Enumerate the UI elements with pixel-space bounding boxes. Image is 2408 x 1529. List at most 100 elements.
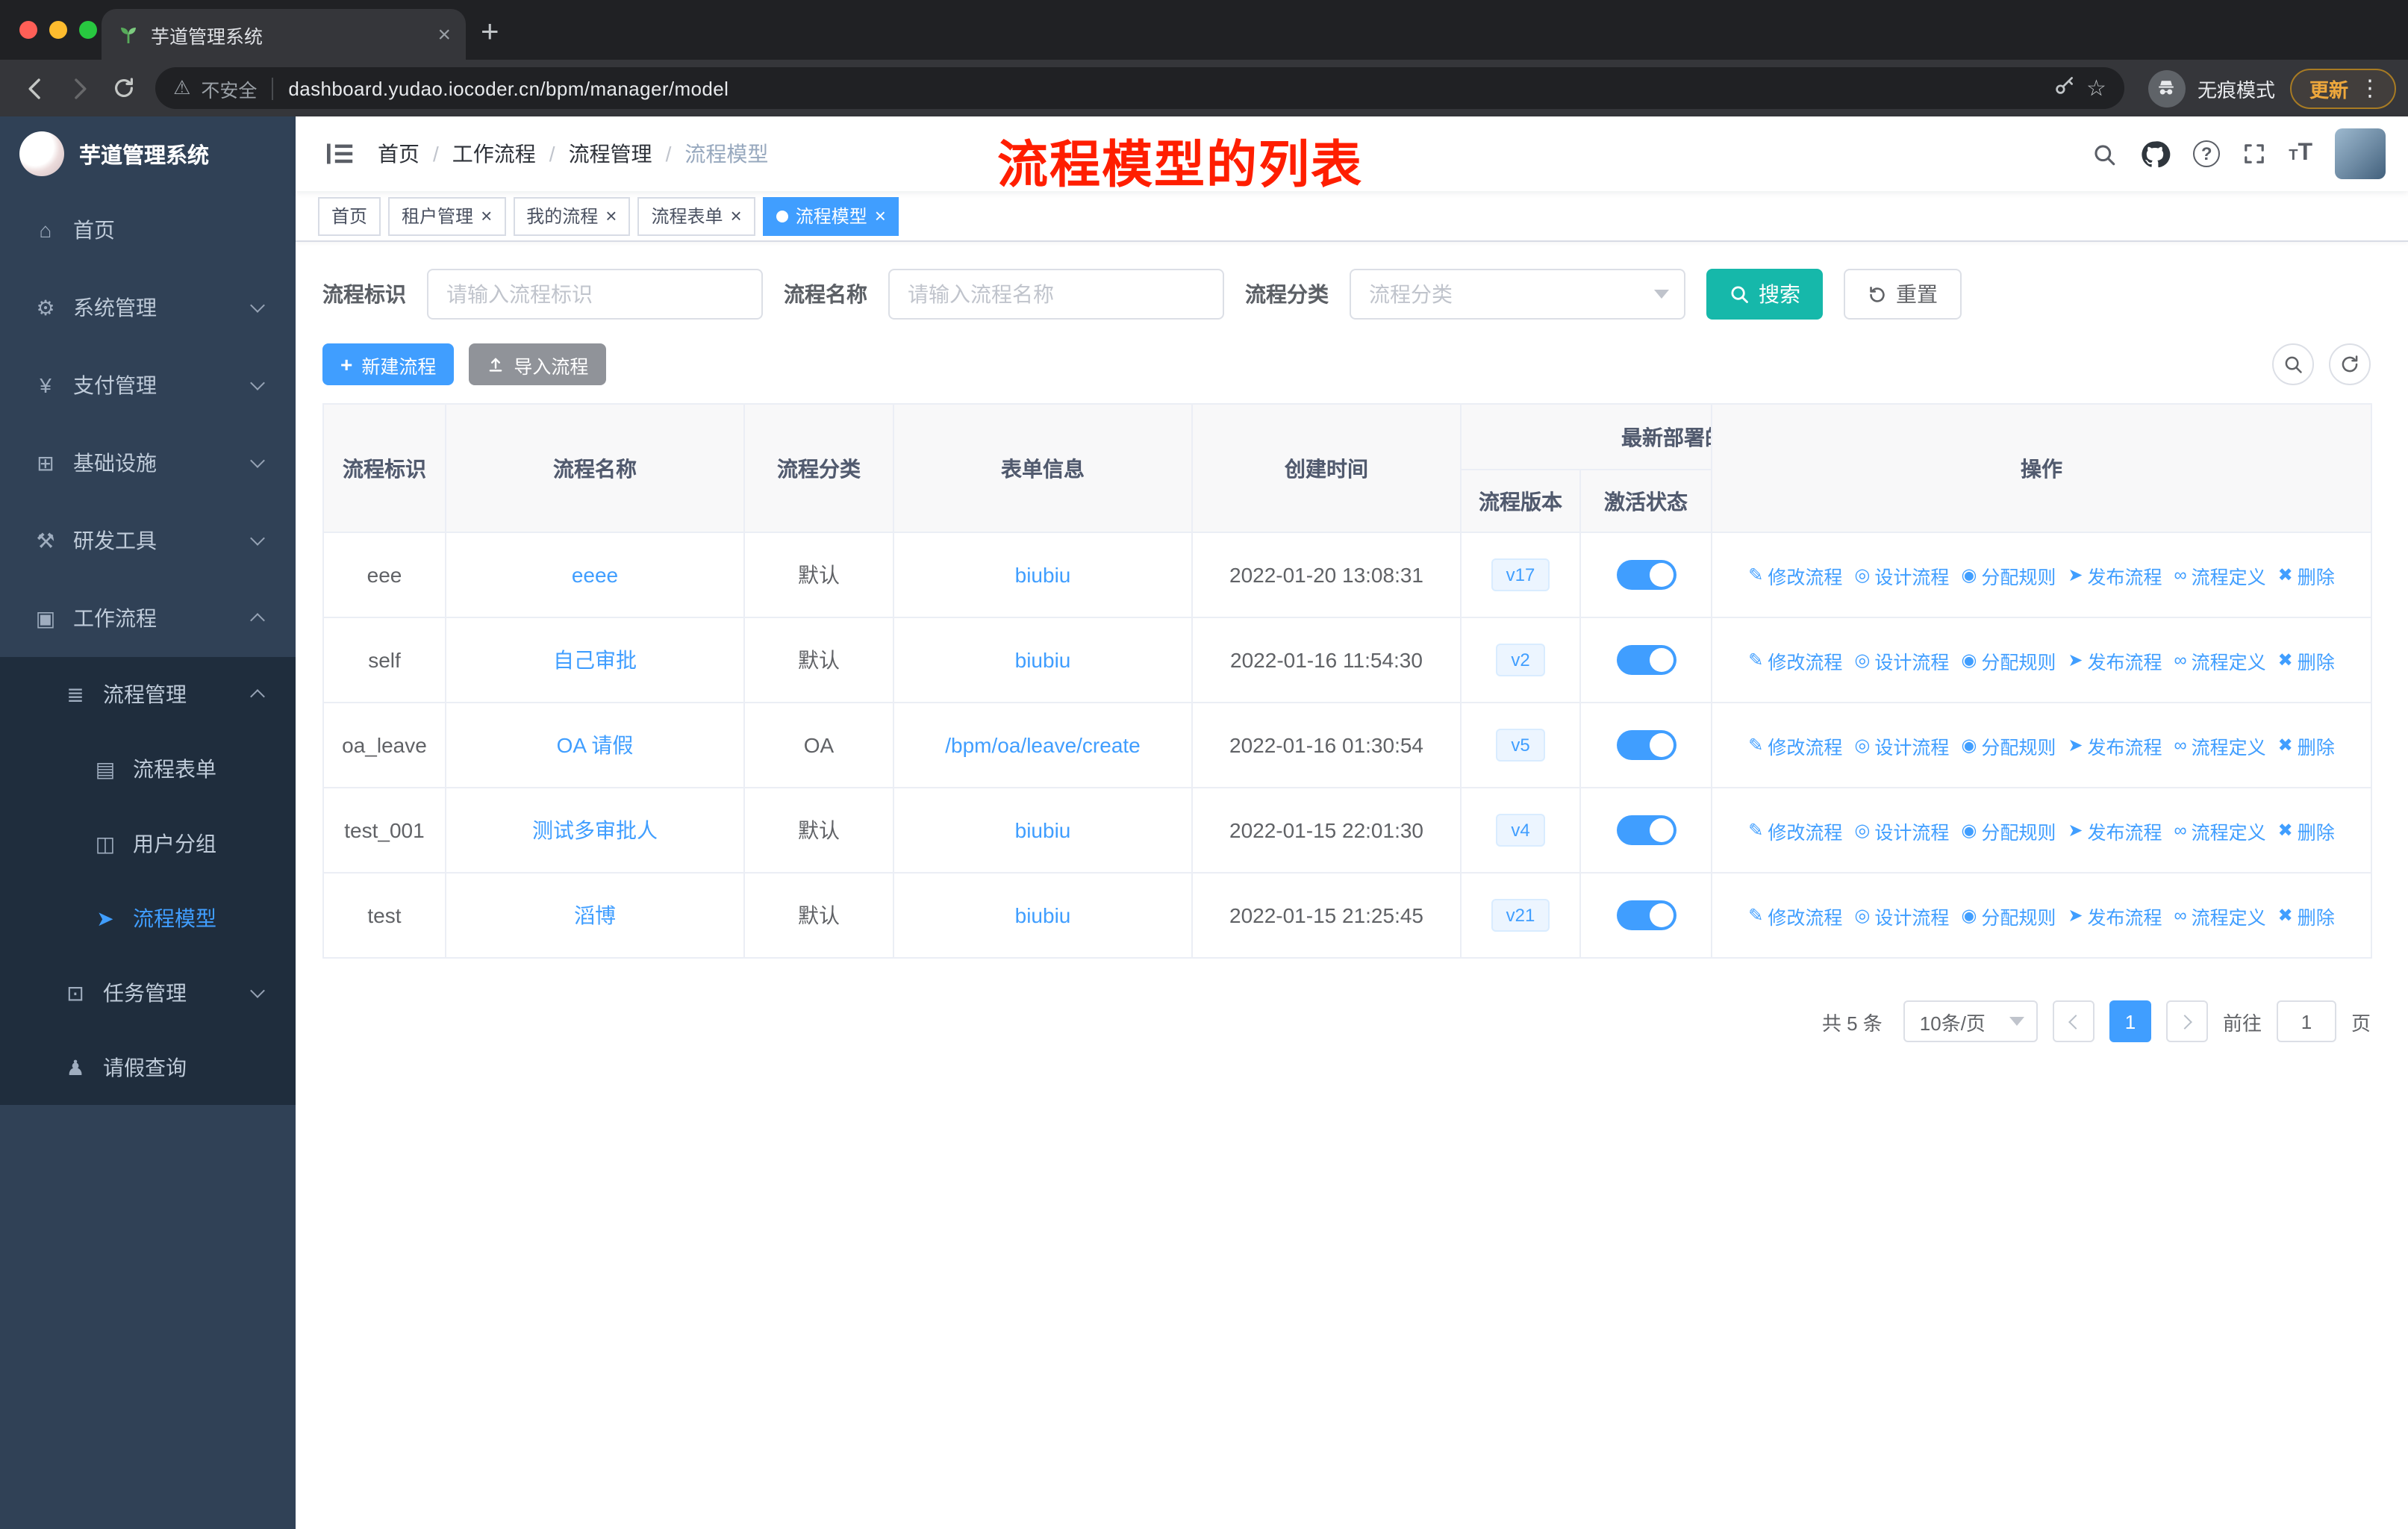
op-assign-link[interactable]: ◉ 分配规则 xyxy=(1961,731,2056,759)
tag-close-icon[interactable]: × xyxy=(605,205,617,225)
url-text[interactable]: dashboard.yudao.iocoder.cn/bpm/manager/m… xyxy=(288,77,729,99)
minimize-window-button[interactable] xyxy=(49,21,67,39)
address-bar[interactable]: ⚠ 不安全 dashboard.yudao.iocoder.cn/bpm/man… xyxy=(155,67,2124,109)
op-delete-link[interactable]: ✖ 删除 xyxy=(2278,901,2335,929)
op-assign-link[interactable]: ◉ 分配规则 xyxy=(1961,646,2056,674)
op-definition-link[interactable]: ∞ 流程定义 xyxy=(2174,561,2266,589)
version-badge[interactable]: v5 xyxy=(1496,729,1545,762)
breadcrumb-item[interactable]: 工作流程 xyxy=(452,139,536,169)
process-name-link[interactable]: 自己审批 xyxy=(553,648,637,672)
tab-close-icon[interactable]: × xyxy=(437,23,451,46)
back-button[interactable] xyxy=(12,66,57,110)
browser-tab[interactable]: 芋道管理系统 × xyxy=(102,9,466,60)
op-publish-link[interactable]: ➤ 发布流程 xyxy=(2068,816,2162,844)
process-name-input[interactable] xyxy=(888,269,1224,320)
menu-dots-icon[interactable]: ⋮ xyxy=(2359,75,2381,102)
op-publish-link[interactable]: ➤ 发布流程 xyxy=(2068,901,2162,929)
app-logo[interactable]: 芋道管理系统 xyxy=(0,116,296,191)
next-page-button[interactable] xyxy=(2165,1000,2208,1042)
op-assign-link[interactable]: ◉ 分配规则 xyxy=(1961,561,2056,589)
toggle-search-button[interactable] xyxy=(2272,343,2314,385)
reset-button[interactable]: 重置 xyxy=(1844,269,1962,320)
form-info-link[interactable]: biubiu xyxy=(1015,903,1071,927)
sidebar-item-devtools[interactable]: ⚒ 研发工具 xyxy=(0,502,296,579)
op-delete-link[interactable]: ✖ 删除 xyxy=(2278,816,2335,844)
close-window-button[interactable] xyxy=(19,21,37,39)
github-icon[interactable] xyxy=(2139,138,2171,169)
tag-close-icon[interactable]: × xyxy=(875,205,886,225)
process-name-link[interactable]: eeee xyxy=(572,563,618,587)
form-info-link[interactable]: biubiu xyxy=(1015,648,1071,672)
op-design-link[interactable]: ◎ 设计流程 xyxy=(1854,646,1949,674)
op-publish-link[interactable]: ➤ 发布流程 xyxy=(2068,646,2162,674)
form-info-link[interactable]: biubiu xyxy=(1015,818,1071,842)
sidebar-item-workflow[interactable]: ▣ 工作流程 xyxy=(0,579,296,657)
op-definition-link[interactable]: ∞ 流程定义 xyxy=(2174,731,2266,759)
sidebar-item-process-mgmt[interactable]: ≣ 流程管理 xyxy=(0,657,296,732)
sidebar-item-leave-query[interactable]: ♟ 请假查询 xyxy=(0,1030,296,1105)
op-design-link[interactable]: ◎ 设计流程 xyxy=(1854,731,1949,759)
tag-process-model[interactable]: 流程模型 × xyxy=(762,196,899,235)
active-toggle[interactable] xyxy=(1616,900,1676,930)
process-name-link[interactable]: 测试多审批人 xyxy=(532,818,658,842)
goto-page-input[interactable] xyxy=(2276,1000,2336,1042)
op-delete-link[interactable]: ✖ 删除 xyxy=(2278,646,2335,674)
active-toggle[interactable] xyxy=(1616,730,1676,760)
tag-tenant[interactable]: 租户管理 × xyxy=(388,196,506,235)
password-key-icon[interactable] xyxy=(2052,72,2076,104)
op-delete-link[interactable]: ✖ 删除 xyxy=(2278,561,2335,589)
sidebar-item-payment[interactable]: ¥ 支付管理 xyxy=(0,346,296,424)
process-name-link[interactable]: 滔博 xyxy=(574,903,616,927)
process-name-link[interactable]: OA 请假 xyxy=(557,733,634,757)
category-select[interactable]: 流程分类 xyxy=(1350,269,1685,320)
op-modify-link[interactable]: ✎ 修改流程 xyxy=(1748,646,1842,674)
breadcrumb-item[interactable]: 首页 xyxy=(378,139,419,169)
hamburger-icon[interactable] xyxy=(318,131,363,176)
op-design-link[interactable]: ◎ 设计流程 xyxy=(1854,561,1949,589)
user-avatar[interactable] xyxy=(2335,128,2386,179)
zoom-window-button[interactable] xyxy=(79,21,97,39)
version-badge[interactable]: v17 xyxy=(1491,558,1550,591)
form-info-link[interactable]: /bpm/oa/leave/create xyxy=(945,733,1141,757)
op-modify-link[interactable]: ✎ 修改流程 xyxy=(1748,816,1842,844)
forward-button[interactable] xyxy=(57,66,102,110)
op-modify-link[interactable]: ✎ 修改流程 xyxy=(1748,561,1842,589)
sidebar-item-home[interactable]: ⌂ 首页 xyxy=(0,191,296,269)
form-info-link[interactable]: biubiu xyxy=(1015,563,1071,587)
op-design-link[interactable]: ◎ 设计流程 xyxy=(1854,901,1949,929)
op-publish-link[interactable]: ➤ 发布流程 xyxy=(2068,561,2162,589)
active-toggle[interactable] xyxy=(1616,645,1676,675)
tag-process-form[interactable]: 流程表单 × xyxy=(637,196,755,235)
breadcrumb-item[interactable]: 流程管理 xyxy=(569,139,652,169)
tag-my-process[interactable]: 我的流程 × xyxy=(513,196,631,235)
sidebar-item-process-form[interactable]: ▤ 流程表单 xyxy=(0,732,296,806)
search-button[interactable]: 搜索 xyxy=(1706,269,1823,320)
refresh-table-button[interactable] xyxy=(2329,343,2371,385)
security-label[interactable]: 不安全 xyxy=(201,74,257,102)
op-modify-link[interactable]: ✎ 修改流程 xyxy=(1748,901,1842,929)
import-process-button[interactable]: 导入流程 xyxy=(469,343,607,385)
page-1-button[interactable]: 1 xyxy=(2109,1000,2151,1042)
warning-icon[interactable]: ⚠ xyxy=(173,76,190,100)
tag-close-icon[interactable]: × xyxy=(731,205,742,225)
version-badge[interactable]: v4 xyxy=(1496,814,1545,847)
version-badge[interactable]: v2 xyxy=(1496,644,1545,676)
op-assign-link[interactable]: ◉ 分配规则 xyxy=(1961,816,2056,844)
tag-home[interactable]: 首页 xyxy=(318,196,381,235)
create-process-button[interactable]: + 新建流程 xyxy=(322,343,455,385)
tag-close-icon[interactable]: × xyxy=(481,205,492,225)
op-definition-link[interactable]: ∞ 流程定义 xyxy=(2174,901,2266,929)
chrome-update-button[interactable]: 更新 ⋮ xyxy=(2289,68,2396,108)
op-definition-link[interactable]: ∞ 流程定义 xyxy=(2174,646,2266,674)
op-delete-link[interactable]: ✖ 删除 xyxy=(2278,731,2335,759)
reload-button[interactable] xyxy=(102,66,146,110)
fullscreen-icon[interactable] xyxy=(2242,142,2266,166)
help-icon[interactable]: ? xyxy=(2193,140,2221,167)
font-size-icon[interactable]: TT xyxy=(2289,140,2312,167)
op-modify-link[interactable]: ✎ 修改流程 xyxy=(1748,731,1842,759)
search-icon[interactable] xyxy=(2092,141,2117,166)
sidebar-item-system[interactable]: ⚙ 系统管理 xyxy=(0,269,296,346)
op-design-link[interactable]: ◎ 设计流程 xyxy=(1854,816,1949,844)
sidebar-item-task-mgmt[interactable]: ⊡ 任务管理 xyxy=(0,956,296,1030)
op-assign-link[interactable]: ◉ 分配规则 xyxy=(1961,901,2056,929)
